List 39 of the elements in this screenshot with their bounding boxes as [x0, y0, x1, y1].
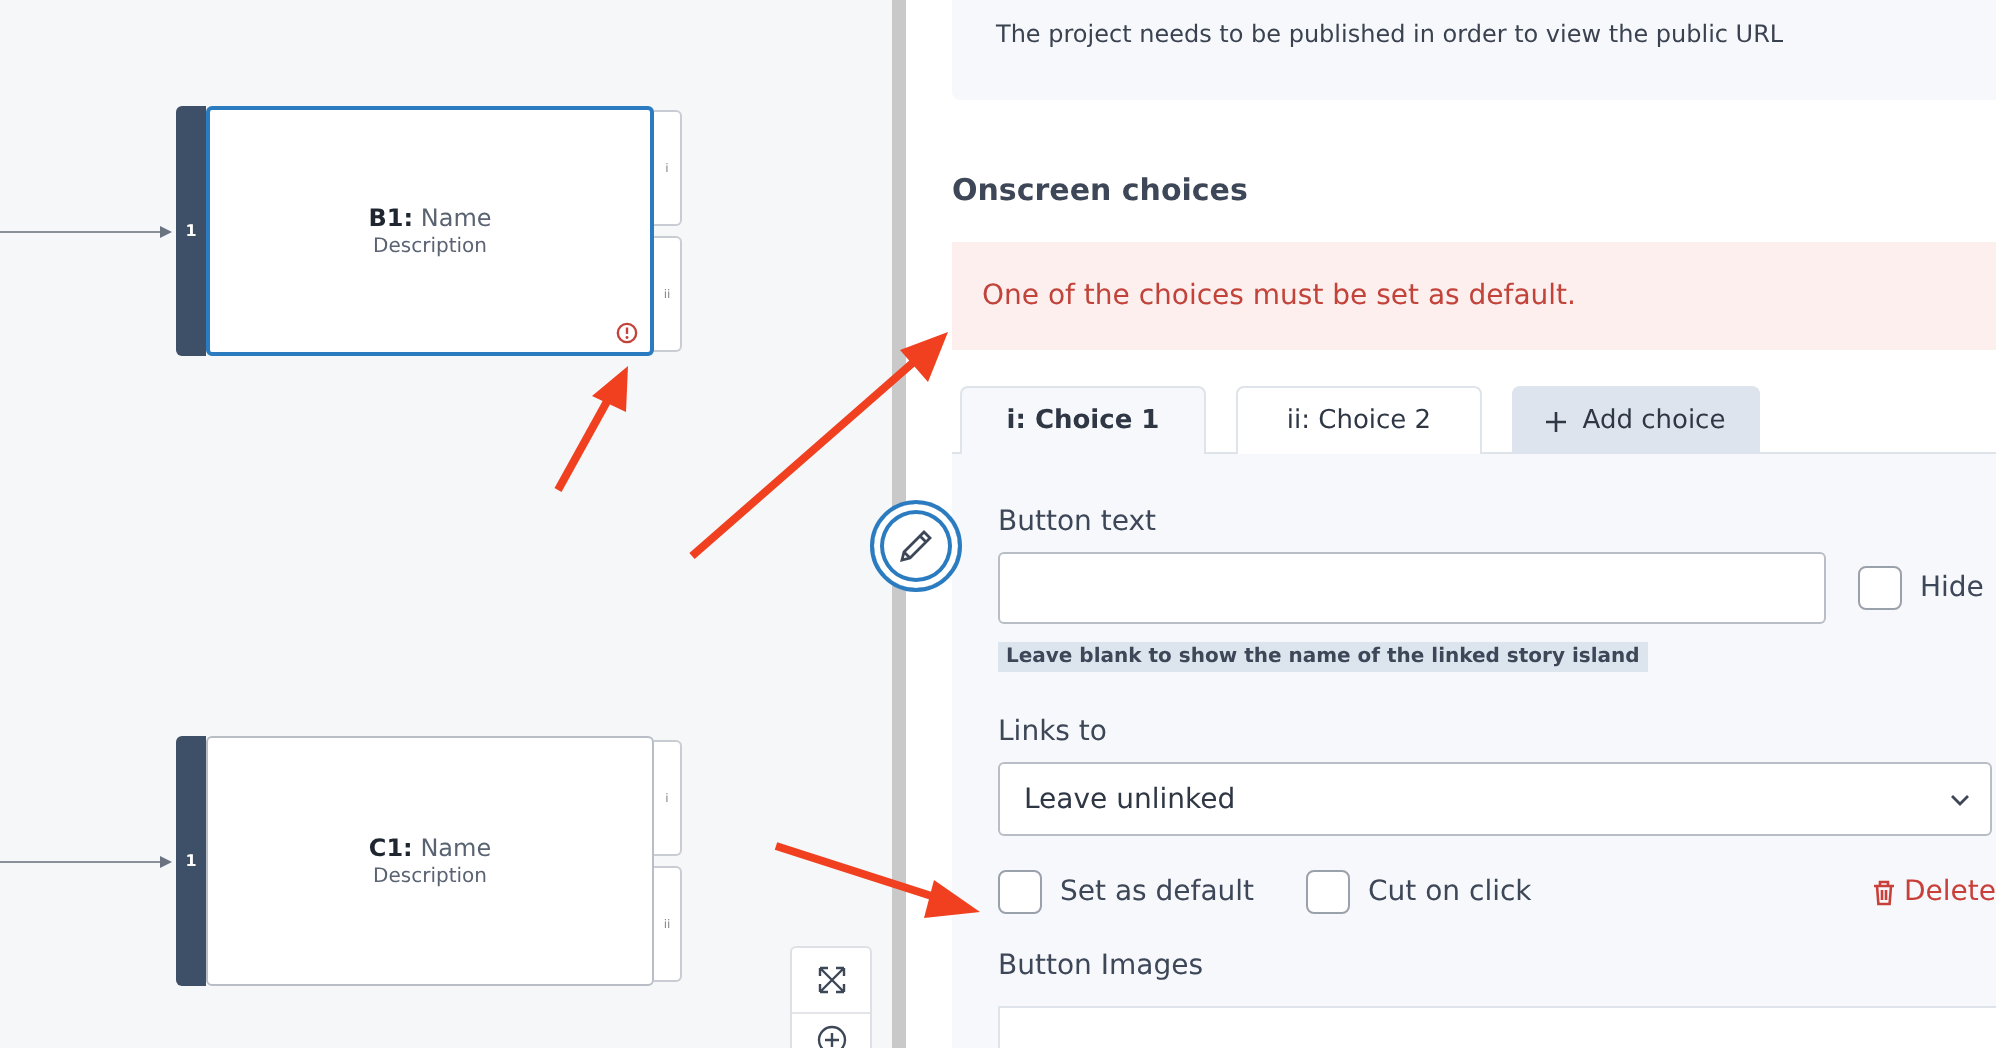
notice-text: The project needs to be published in order to view the public URL: [996, 20, 1784, 48]
checkbox-label: Hide: [1920, 572, 1984, 604]
hint-text: Leave blank to show the name of the linked story island: [998, 642, 1648, 672]
field-label: Button text: [998, 506, 1158, 538]
choice-tab[interactable]: ii: Choice 2: [1236, 386, 1482, 454]
images-field[interactable]: [998, 1006, 1996, 1048]
checkbox-box[interactable]: [1306, 870, 1351, 914]
node-description: Description: [373, 236, 487, 258]
choice-tab[interactable]: i: Choice 1: [960, 386, 1206, 454]
node-title: C1: Name: [368, 834, 492, 862]
fullscreen-icon[interactable]: [815, 964, 847, 996]
entry-number: 1: [185, 852, 197, 870]
checkbox-label: Cut on click: [1368, 876, 1532, 908]
section-title: Onscreen choices: [952, 171, 1250, 208]
checkbox-box[interactable]: [1858, 566, 1902, 610]
checkbox-label: Set as default: [1060, 876, 1255, 908]
story-node[interactable]: C1: Name Description: [206, 736, 654, 986]
annotation-arrow: [554, 366, 628, 492]
error-message: One of the choices must be set as default.: [982, 279, 1576, 312]
field-label: Button Images: [998, 950, 1205, 982]
trash-icon: [1872, 879, 1896, 905]
warning-icon: [616, 322, 638, 344]
node-title: B1: Name: [368, 204, 492, 232]
zoom-in-icon[interactable]: [815, 1024, 847, 1048]
node-description: Description: [373, 866, 487, 888]
field-label: Links to: [998, 716, 1109, 748]
checkbox-box[interactable]: [998, 870, 1042, 914]
pencil-icon: [896, 526, 936, 566]
checkbox[interactable]: Cut on click: [1306, 870, 1532, 914]
checkbox[interactable]: Set as default: [998, 870, 1255, 914]
add-choice-button[interactable]: Add choice: [1512, 386, 1760, 454]
links-to-select[interactable]: Leave unlinked: [998, 762, 1992, 836]
button-text-input[interactable]: [998, 552, 1826, 624]
plus-icon: [1546, 411, 1567, 431]
story-node[interactable]: B1: Name Description: [206, 106, 654, 356]
chevron-down-icon: [1950, 793, 1970, 805]
checkbox[interactable]: Hide: [1858, 566, 1984, 610]
delete-button[interactable]: Delete: [1872, 876, 1996, 908]
entry-number: 1: [185, 222, 197, 240]
